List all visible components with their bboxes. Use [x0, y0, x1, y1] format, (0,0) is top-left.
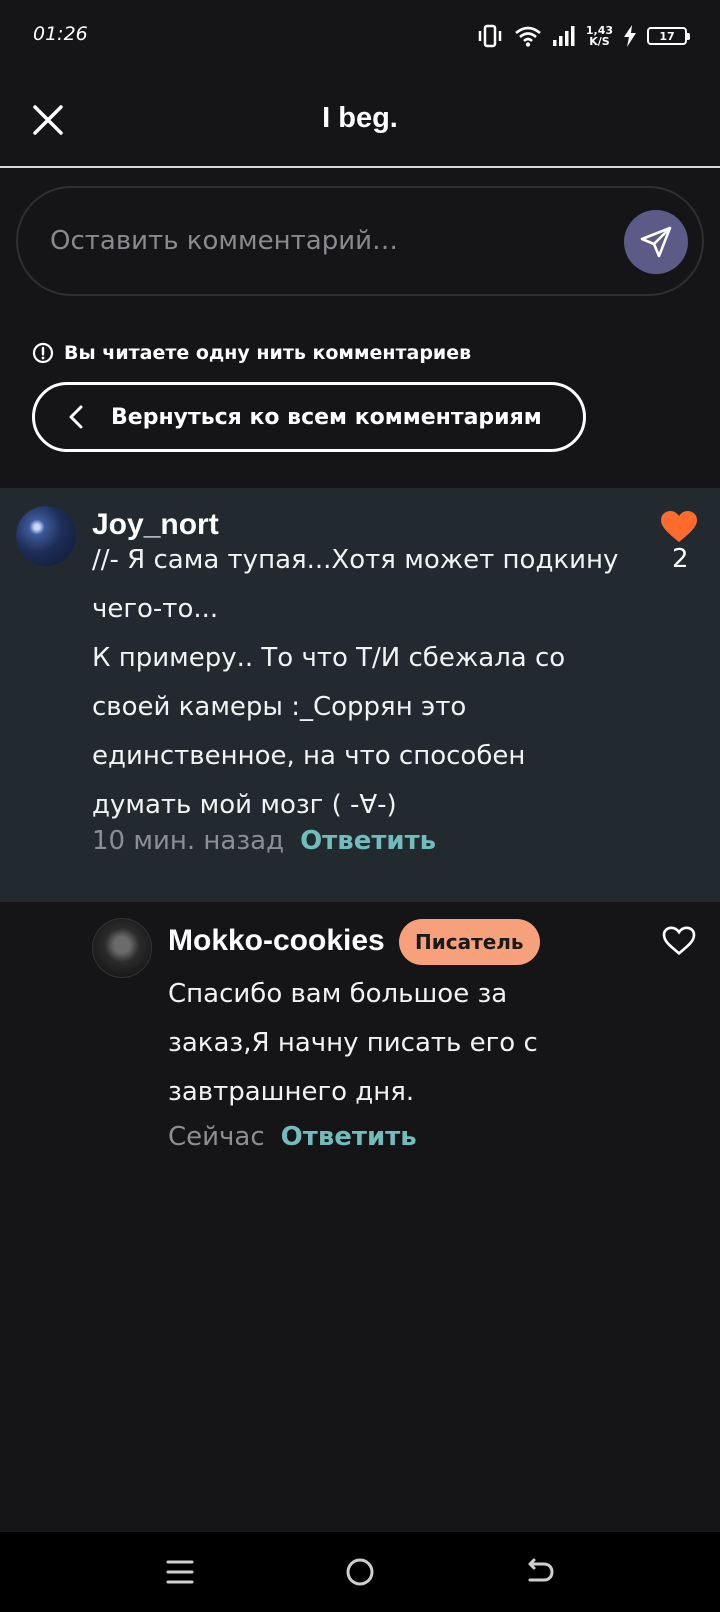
avatar[interactable]: [16, 506, 76, 566]
comment-text: //- Я сама тупая...Хотя может подкину че…: [92, 536, 618, 830]
battery-level: 17: [659, 29, 675, 43]
comment-time: 10 мин. назад: [92, 826, 285, 856]
navigation-bar: [0, 1532, 720, 1612]
chevron-left-icon: [69, 405, 83, 429]
comment-line: К примеру.. То что Т/И сбежала со: [92, 643, 566, 673]
screen: 01:26 1,43 K/S 17 I beg. Оставить коммен…: [0, 0, 720, 1612]
status-time: 01:26: [33, 23, 88, 45]
comment-line: чего-то...: [92, 594, 219, 624]
thread-notice-text: Вы читаете одну нить комментариев: [64, 342, 472, 364]
like-count: 2: [672, 544, 689, 574]
heart-outline-icon: [662, 926, 696, 956]
main-comment: Joy_nort //- Я сама тупая...Хотя может п…: [0, 488, 720, 902]
writer-badge: Писатель: [399, 919, 540, 965]
comment-line: думать мой мозг ( -∀-): [92, 790, 397, 820]
wifi-icon: [514, 25, 542, 47]
comment-placeholder: Оставить комментарий…: [50, 226, 399, 256]
header: I beg.: [0, 72, 720, 168]
comment-text: Спасибо вам большое за заказ,Я начну пис…: [168, 970, 538, 1117]
cell-signal-icon: [552, 26, 576, 46]
status-icons: 1,43 K/S 17: [476, 22, 690, 50]
status-bar: 01:26 1,43 K/S 17: [0, 0, 720, 72]
comment-meta: Сейчас Ответить: [168, 1122, 417, 1152]
info-icon: [32, 342, 54, 364]
back-to-all-comments-button[interactable]: Вернуться ко всем комментариям: [32, 382, 586, 452]
reply-button[interactable]: Ответить: [281, 1122, 417, 1152]
menu-icon: [166, 1560, 194, 1584]
menu-button[interactable]: [162, 1554, 198, 1590]
comment-input[interactable]: Оставить комментарий…: [16, 186, 704, 296]
like-button[interactable]: [662, 926, 696, 960]
heart-filled-icon: [661, 511, 697, 542]
back-icon: [528, 1558, 554, 1582]
comment-author[interactable]: Mokko-cookies: [168, 924, 385, 958]
comment-meta: 10 мин. назад Ответить: [92, 826, 436, 856]
battery-icon: 17: [647, 27, 690, 45]
comment-line: заказ,Я начну писать его с: [168, 1028, 538, 1058]
charging-icon: [623, 25, 637, 47]
back-button-label: Вернуться ко всем комментариям: [111, 404, 542, 430]
comment-line: //- Я сама тупая...Хотя может подкину: [92, 545, 619, 575]
home-circle-icon: [346, 1558, 374, 1586]
comment-line: единственное, на что способен: [92, 741, 526, 771]
avatar[interactable]: [92, 918, 152, 978]
home-button[interactable]: [342, 1554, 378, 1590]
speed-unit: K/S: [589, 35, 610, 48]
thread-notice: Вы читаете одну нить комментариев: [32, 342, 471, 364]
vibrate-icon: [476, 24, 504, 48]
send-button[interactable]: [624, 210, 688, 274]
network-speed: 1,43 K/S: [586, 25, 613, 47]
page-title: I beg.: [322, 102, 398, 134]
send-icon: [640, 226, 672, 258]
reply-button[interactable]: Ответить: [300, 826, 436, 856]
comment-line: своей камеры :_Соррян это: [92, 692, 467, 722]
comment-line: Спасибо вам большое за: [168, 979, 508, 1009]
comment-line: завтрашнего дня.: [168, 1077, 415, 1107]
like-button[interactable]: [660, 510, 698, 548]
comment-time: Сейчас: [168, 1122, 265, 1152]
back-button[interactable]: [522, 1554, 558, 1590]
